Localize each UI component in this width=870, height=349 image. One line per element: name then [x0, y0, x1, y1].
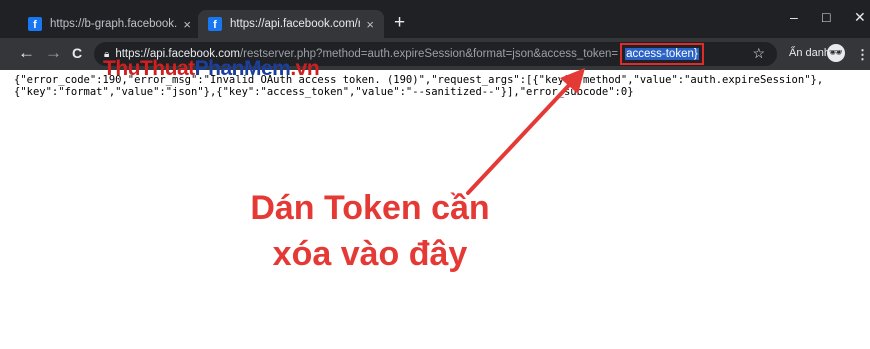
annotation-text: Dán Token cần xóa vào đây [250, 189, 490, 273]
annotation-arrow [466, 68, 585, 195]
